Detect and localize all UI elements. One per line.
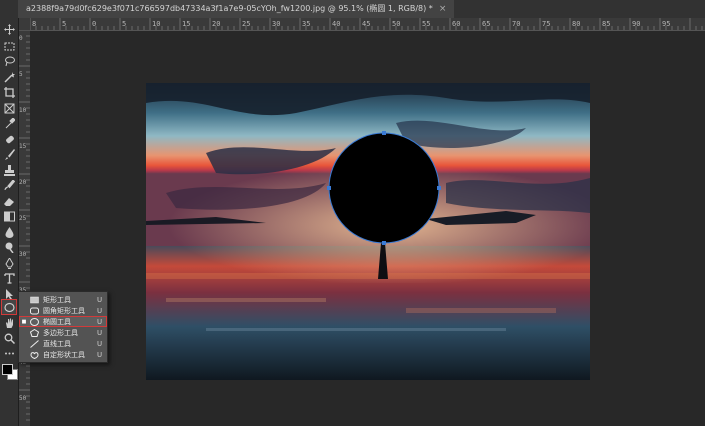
vertical-ruler-ticks: 05101520253035404550 — [18, 30, 30, 421]
ruler-label: 5 — [62, 20, 66, 28]
ruler-label: 30 — [19, 251, 27, 258]
ruler-label: 85 — [602, 20, 610, 28]
flyout-item-rectangle-tool[interactable]: 矩形工具 U — [19, 294, 107, 305]
frame-tool-icon[interactable] — [2, 101, 16, 115]
flyout-item-shortcut: U — [97, 306, 103, 315]
flyout-item-rounded-rectangle-tool[interactable]: 圆角矩形工具 U — [19, 305, 107, 316]
ruler-label: 90 — [632, 20, 640, 28]
flyout-item-label: 直线工具 — [43, 339, 71, 348]
document-tab-title: a2388f9a79d0fc629e3f071c766597db47334a3f… — [26, 4, 433, 13]
blur-tool-icon[interactable] — [2, 225, 16, 239]
shape-tool-flyout-menu: 矩形工具 U 圆角矩形工具 U ■ 椭圆工具 U 多边形工具 U 直线工具 U 自定形状工具 U — [18, 291, 108, 363]
ruler-label: 55 — [422, 20, 430, 28]
ruler-corner — [18, 18, 30, 30]
rectangle-tool-icon — [29, 295, 40, 304]
flyout-item-shortcut: U — [97, 295, 103, 304]
sunset-reflection-photo — [146, 83, 590, 380]
ruler-label: 50 — [19, 395, 27, 402]
eyedropper-tool-icon[interactable] — [2, 116, 16, 130]
gradient-tool-icon[interactable] — [2, 209, 16, 223]
pen-tool-icon[interactable] — [2, 256, 16, 270]
ruler-label: 15 — [182, 20, 190, 28]
ruler-label: 75 — [542, 20, 550, 28]
brush-tool-icon[interactable] — [2, 147, 16, 161]
ruler-label: 20 — [19, 179, 27, 186]
zoom-tool-icon[interactable] — [2, 331, 16, 345]
type-tool-icon[interactable] — [2, 271, 16, 285]
close-tab-icon[interactable]: × — [439, 0, 447, 18]
flyout-item-label: 矩形工具 — [43, 295, 71, 304]
flyout-item-shortcut: U — [97, 317, 103, 326]
ruler-label: 65 — [482, 20, 490, 28]
flyout-item-label: 多边形工具 — [43, 328, 78, 337]
ruler-label: 50 — [392, 20, 400, 28]
ruler-label: 0 — [92, 20, 96, 28]
ruler-label: 25 — [19, 215, 27, 222]
polygon-tool-icon — [29, 328, 40, 337]
healing-brush-tool-icon[interactable] — [2, 132, 16, 146]
ellipse-tool-icon — [29, 317, 40, 326]
ruler-label: 60 — [452, 20, 460, 28]
flyout-item-shortcut: U — [97, 350, 103, 359]
crop-tool-icon[interactable] — [2, 85, 16, 99]
ellipse-tool-icon[interactable] — [1, 299, 17, 315]
flyout-item-label: 椭圆工具 — [43, 317, 71, 326]
ellipse-shape[interactable] — [329, 133, 439, 243]
eraser-tool-icon[interactable] — [2, 194, 16, 208]
ruler-label: 20 — [212, 20, 220, 28]
ruler-label: 5 — [19, 71, 23, 78]
ruler-label: 80 — [572, 20, 580, 28]
horizontal-ruler[interactable]: 8 5 0 5 10 15 20 25 30 35 40 45 50 55 60 65 70 75 80 85 90 95 — [30, 18, 705, 31]
flyout-item-custom-shape-tool[interactable]: 自定形状工具 U — [19, 349, 107, 360]
clone-stamp-tool-icon[interactable] — [2, 163, 16, 177]
foreground-color-swatch[interactable] — [2, 364, 13, 375]
rounded-rectangle-tool-icon — [29, 306, 40, 315]
ruler-label: 8 — [32, 20, 36, 28]
flyout-item-polygon-tool[interactable]: 多边形工具 U — [19, 327, 107, 338]
ruler-label: 45 — [362, 20, 370, 28]
ruler-label: 5 — [122, 20, 126, 28]
ruler-label: 10 — [19, 107, 27, 114]
history-brush-tool-icon[interactable] — [2, 178, 16, 192]
flyout-item-label: 自定形状工具 — [43, 350, 85, 359]
flyout-item-label: 圆角矩形工具 — [43, 306, 85, 315]
ruler-label: 40 — [332, 20, 340, 28]
line-tool-icon — [29, 339, 40, 348]
more-tools-icon[interactable] — [2, 346, 16, 360]
marquee-tool-icon[interactable] — [2, 39, 16, 53]
magic-wand-tool-icon[interactable] — [2, 70, 16, 84]
document-tab[interactable]: a2388f9a79d0fc629e3f071c766597db47334a3f… — [18, 0, 455, 18]
canvas-area[interactable] — [30, 31, 705, 426]
dodge-tool-icon[interactable] — [2, 240, 16, 254]
custom-shape-tool-icon — [29, 350, 40, 359]
flyout-item-line-tool[interactable]: 直线工具 U — [19, 338, 107, 349]
ruler-label: 15 — [19, 143, 27, 150]
ruler-label: 35 — [302, 20, 310, 28]
ruler-label: 30 — [272, 20, 280, 28]
flyout-item-shortcut: U — [97, 328, 103, 337]
document-tab-bar: a2388f9a79d0fc629e3f071c766597db47334a3f… — [0, 0, 705, 19]
ruler-label: 0 — [19, 35, 23, 42]
hand-tool-icon[interactable] — [2, 316, 16, 330]
move-tool-icon[interactable] — [2, 22, 16, 36]
lasso-tool-icon[interactable] — [2, 54, 16, 68]
flyout-item-shortcut: U — [97, 339, 103, 348]
flyout-item-ellipse-tool[interactable]: ■ 椭圆工具 U — [19, 316, 107, 327]
ruler-label: 95 — [662, 20, 670, 28]
horizontal-ruler-ticks: 8 5 0 5 10 15 20 25 30 35 40 45 50 55 60 65 70 75 80 85 90 95 — [30, 18, 703, 30]
ruler-label: 25 — [242, 20, 250, 28]
document-image[interactable] — [146, 83, 590, 380]
ruler-label: 70 — [512, 20, 520, 28]
ruler-label: 10 — [152, 20, 160, 28]
selected-marker: ■ — [21, 318, 27, 325]
